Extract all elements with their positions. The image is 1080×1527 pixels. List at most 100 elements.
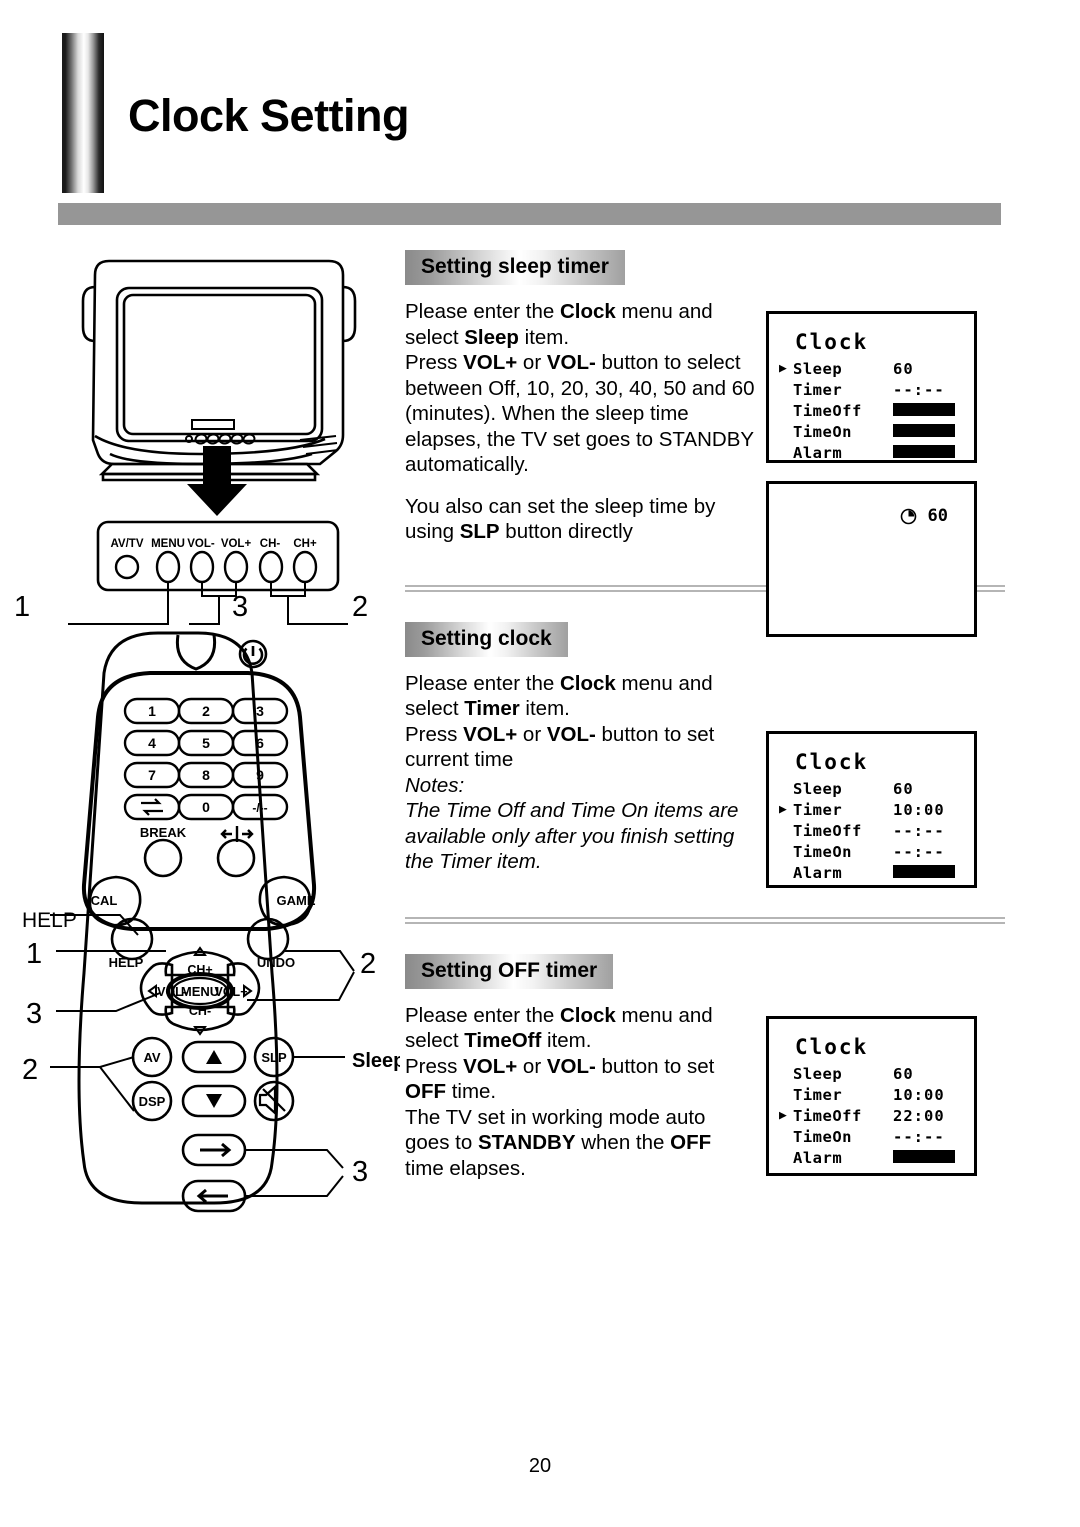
osd-row[interactable]: Alarm — [779, 442, 974, 463]
osd-row-label: TimeOn — [793, 842, 852, 861]
osd-row-value — [893, 1149, 955, 1167]
tv-button-avtv — [114, 554, 140, 580]
remote-callout-3a: 3 — [26, 998, 42, 1030]
osd-row[interactable]: Sleep 60 — [779, 1063, 974, 1084]
osd-sleep-indicator: 60 — [900, 506, 948, 526]
section-text-setting-clock: Please enter the Clock menu and select T… — [405, 671, 755, 875]
osd-row-value — [893, 402, 955, 420]
osd-row-label: TimeOff — [793, 1106, 862, 1125]
osd-cursor-icon: ▶ — [779, 1108, 787, 1123]
paragraph: Please enter the Clock menu and select T… — [405, 671, 739, 874]
osd-cursor-icon: ▶ — [779, 802, 787, 817]
tv-label-vol-up: VOL+ — [221, 538, 252, 550]
section-heading-sleep-timer: Setting sleep timer — [405, 250, 625, 285]
remote-key-swap — [123, 793, 181, 821]
remote-callout-sleep: Sleep — [352, 1050, 400, 1072]
header-rule — [58, 203, 1001, 225]
osd-row-label: Alarm — [793, 443, 843, 462]
osd-row-label: TimeOff — [793, 401, 862, 420]
osd-screen-timer: Clock Sleep 60 ▶ Timer 10:00 TimeOff --:-- Time… — [766, 731, 977, 888]
osd-row[interactable]: Alarm — [779, 862, 974, 883]
remote-freeze-button — [216, 838, 256, 878]
remote-break-button — [143, 838, 183, 878]
osd-title: Clock — [795, 750, 869, 774]
section-heading-setting-clock: Setting clock — [405, 621, 568, 657]
osd-rows: Sleep 60 ▶ Timer 10:00 TimeOff --:-- TimeOn --:-… — [769, 778, 974, 883]
svg-text:3: 3 — [256, 703, 264, 719]
tv-button-vol-up — [223, 550, 249, 584]
remote-label-ch-up: CH+ — [187, 963, 212, 977]
section-text-sleep-timer: Please enter the Clock menu and select S… — [405, 299, 755, 545]
osd-screen-timeoff: Clock Sleep 60 Timer 10:00 ▶ TimeOff 22:00 Time… — [766, 1016, 977, 1176]
tv-label-ch-down: CH- — [260, 538, 281, 550]
osd-row[interactable]: TimeOn --:-- — [779, 1126, 974, 1147]
osd-row[interactable]: ▶ Timer 10:00 — [779, 799, 974, 820]
osd-row-value: --:-- — [893, 842, 945, 861]
osd-row[interactable]: Timer --:-- — [779, 379, 974, 400]
paragraph: Please enter the Clock menu and select S… — [405, 300, 755, 476]
clock-icon — [900, 508, 916, 524]
osd-row-label: Timer — [793, 1085, 843, 1104]
osd-row[interactable]: Alarm — [779, 1147, 974, 1168]
remote-label-menu: MENU — [181, 984, 219, 999]
section-heading-off-timer: Setting OFF timer — [405, 953, 614, 989]
title-accent-bar — [62, 33, 104, 193]
osd-row-label: TimeOff — [793, 821, 862, 840]
svg-text:4: 4 — [148, 735, 156, 751]
remote-label-undo: UNDO — [257, 955, 295, 970]
tv-button-menu — [155, 550, 181, 584]
tv-label-menu: MENU — [151, 538, 185, 550]
osd-row[interactable]: TimeOn — [779, 421, 974, 442]
osd-row-label: TimeOn — [793, 422, 852, 441]
osd-row-value — [893, 444, 955, 462]
osd-disabled-bar — [893, 423, 955, 437]
osd-row[interactable]: TimeOff — [779, 400, 974, 421]
tv-button-ch-down — [258, 550, 284, 584]
remote-label-cal: CAL — [91, 893, 118, 908]
osd-row-value: --:-- — [893, 821, 945, 840]
osd-title: Clock — [795, 1035, 869, 1059]
osd-rows: ▶ Sleep 60 Timer --:-- TimeOff TimeOn Alarm — [769, 358, 974, 463]
osd-disabled-bar — [893, 864, 955, 878]
osd-row-value: --:-- — [893, 1127, 945, 1146]
osd-row[interactable]: ▶ Sleep 60 — [779, 358, 974, 379]
osd-row-value: --:-- — [893, 380, 945, 399]
remote-illustration: 123 456 789 0 -/-- BREAK CAL GAME HELP U… — [22, 631, 400, 1213]
tv-label-vol-down: VOL- — [187, 538, 215, 550]
remote-callout-1: 1 — [26, 938, 42, 970]
osd-row[interactable]: TimeOff --:-- — [779, 820, 974, 841]
osd-row-value: 60 — [893, 1064, 914, 1083]
osd-row[interactable]: TimeOn --:-- — [779, 841, 974, 862]
osd-row-value — [893, 423, 955, 441]
left-arrow-icon — [196, 1188, 228, 1204]
remote-help-button — [110, 917, 154, 961]
osd-row-label: Sleep — [793, 359, 843, 378]
osd-cursor-icon: ▶ — [779, 361, 787, 376]
remote-callout-help: HELP — [22, 909, 77, 932]
osd-title: Clock — [795, 330, 869, 354]
remote-callout-3b: 3 — [352, 1156, 368, 1188]
osd-row-value: 10:00 — [893, 800, 945, 819]
osd-rows: Sleep 60 Timer 10:00 ▶ TimeOff 22:00 TimeOn --:-… — [769, 1063, 974, 1168]
osd-row-value — [893, 864, 955, 882]
remote-callout-2b: 2 — [22, 1054, 38, 1086]
remote-label-dsp: DSP — [139, 1094, 166, 1109]
osd-row[interactable]: ▶ TimeOff 22:00 — [779, 1105, 974, 1126]
remote-power-button — [238, 639, 268, 669]
tv-control-panel — [96, 520, 340, 592]
tv-button-ch-up — [292, 550, 318, 584]
tv-button-vol-down — [189, 550, 215, 584]
illustration-column: AV/TV MENU VOL- VOL+ CH- CH+ 1 3 2 1 2 3… — [0, 240, 400, 1250]
svg-text:5: 5 — [202, 735, 210, 751]
svg-text:6: 6 — [256, 735, 264, 751]
remote-callout-2a: 2 — [360, 948, 376, 980]
section-divider-2 — [405, 916, 1005, 924]
osd-screen-sleep: Clock ▶ Sleep 60 Timer --:-- TimeOff TimeOn Ala… — [766, 311, 977, 463]
osd-row-value: 22:00 — [893, 1106, 945, 1125]
osd-row[interactable]: Timer 10:00 — [779, 1084, 974, 1105]
remote-label-vol-up: VOL+ — [215, 985, 248, 999]
page-title: Clock Setting — [128, 90, 410, 141]
swap-icon — [141, 798, 163, 816]
osd-row[interactable]: Sleep 60 — [779, 778, 974, 799]
svg-text:7: 7 — [148, 767, 156, 783]
